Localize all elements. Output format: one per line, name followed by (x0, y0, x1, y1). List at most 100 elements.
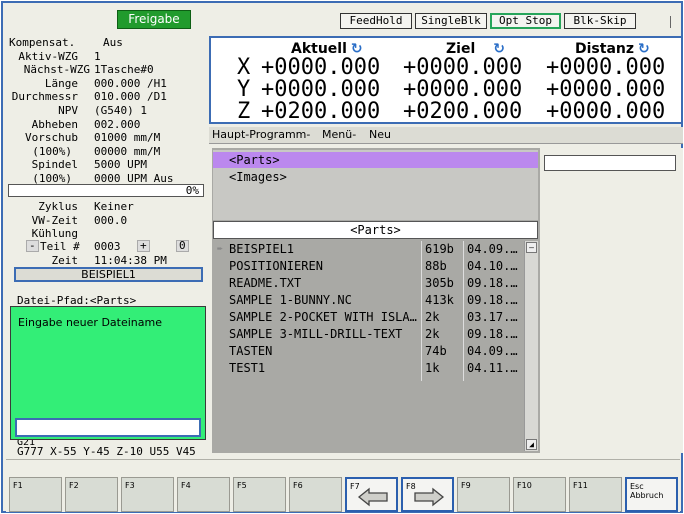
status-row: Kompensat.Aus (6, 36, 206, 49)
aktuell-value: +0200.000 (261, 101, 380, 123)
status-label: Kühlung (32, 227, 78, 240)
fkey-f3[interactable]: F3 (121, 477, 174, 512)
fkey-label: F10 (517, 481, 532, 490)
status-label: Spindel (32, 158, 78, 171)
status-row: Aktiv-WZG 1 (6, 50, 206, 63)
blkskip-button[interactable]: Blk-Skip (564, 13, 636, 29)
arrow-right-icon (413, 487, 445, 507)
feedhold-button[interactable]: FeedHold (340, 13, 412, 29)
fkey-f1[interactable]: F1 (9, 477, 62, 512)
file-row[interactable]: TEST11k04.11.2011 (213, 360, 523, 377)
gcode-preview: G21 G777 X-55 Y-45 Z-10 U55 V45 (17, 440, 209, 458)
status-value: 01000 mm/M (94, 131, 160, 144)
teil-plus-button[interactable]: + (137, 240, 150, 252)
scroll-down-icon[interactable]: ◢ (526, 439, 537, 450)
file-date: 09.18.2011 (467, 326, 523, 343)
status-value: 000.000 /H1 (94, 77, 167, 90)
status-label: Vorschub (25, 131, 78, 144)
status-label: Zeit (52, 254, 79, 267)
toolbar-divider (670, 16, 671, 28)
position-display: Aktuell↻ Ziel↻ Distanz↻ X+0000.000+0000.… (209, 36, 683, 124)
file-name: TEST1 (229, 360, 421, 377)
fkey-label: F1 (13, 481, 23, 490)
file-size: 619b (425, 241, 463, 258)
teil-value: 0003 (94, 240, 121, 253)
status-label: Nächst-WZG (24, 63, 90, 76)
fkey-f10[interactable]: F10 (513, 477, 566, 512)
status-row: Vorschub 01000 mm/M (6, 131, 206, 144)
status-value: 010.000 /D1 (94, 90, 167, 103)
status-row: Länge 000.000 /H1 (6, 77, 206, 90)
file-row[interactable]: README.TXT305b09.18.2011 (213, 275, 523, 292)
status-label: Aktiv-WZG (18, 50, 78, 63)
axis-label: X (237, 57, 250, 79)
file-size: 2k (425, 326, 463, 343)
fkey-f4[interactable]: F4 (177, 477, 230, 512)
status-value: 1 (94, 50, 101, 63)
status-value: (G540) 1 (94, 104, 147, 117)
filename-input[interactable] (15, 418, 201, 437)
dir-item-parts[interactable]: <Parts> (213, 152, 538, 168)
file-date: 04.11.2011 (467, 360, 523, 377)
status-value: 002.000 (94, 118, 140, 131)
file-date: 09.18.2011 (467, 275, 523, 292)
status-value: Keiner (94, 200, 134, 213)
status-value: 1Tasche#0 (94, 63, 154, 76)
file-row[interactable]: SAMPLE 3-MILL-DRILL-TEXT2k09.18.2011 (213, 326, 523, 343)
file-date: 03.17.2011 (467, 309, 523, 326)
fkey-f6[interactable]: F6 (289, 477, 342, 512)
file-row[interactable]: SAMPLE 1-BUNNY.NC413k09.18.2011 (213, 292, 523, 309)
ziel-value: +0200.000 (403, 101, 522, 123)
gcode-line: G777 X-55 Y-45 Z-10 U55 V45 (17, 446, 209, 458)
preview-field (544, 155, 676, 171)
status-label: Abheben (32, 118, 78, 131)
distanz-value: +0000.000 (546, 57, 665, 79)
fkey-f11[interactable]: F11 (569, 477, 622, 512)
vertical-scrollbar[interactable]: — ◢ (524, 241, 538, 451)
singleblk-button[interactable]: SingleBlk (415, 13, 487, 29)
status-value: 000.0 (94, 214, 127, 227)
file-name: SAMPLE 1-BUNNY.NC (229, 292, 421, 309)
file-size: 88b (425, 258, 463, 275)
file-row[interactable]: SAMPLE 2-POCKET WITH ISLAND2k03.17.2011 (213, 309, 523, 326)
fkey-f2[interactable]: F2 (65, 477, 118, 512)
file-row[interactable]: ➨BEISPIEL1619b04.09.2011 (213, 241, 523, 258)
axis-row-x: X +0000.000 +0000.000 +0000.000 (211, 57, 681, 79)
fkey-f7[interactable]: F7 (345, 477, 398, 512)
teil-minus-button[interactable]: - (26, 240, 39, 252)
menu-menue[interactable]: Menü- (322, 127, 356, 143)
status-row: NPV(G540) 1 (6, 104, 206, 117)
scroll-up-icon[interactable]: — (526, 242, 537, 253)
fkey-label: F6 (293, 481, 303, 490)
aktuell-value: +0000.000 (261, 57, 380, 79)
status-panel: Kompensat.AusAktiv-WZG 1 Nächst-WZG 1Tasche… (6, 36, 208, 282)
file-name: BEISPIEL1 (229, 241, 421, 258)
current-row-arrow-icon: ➨ (217, 241, 223, 258)
menu-haupt-programm[interactable]: Haupt-Programm- (212, 127, 310, 143)
fkey-f8[interactable]: F8 (401, 477, 454, 512)
directory-list: <Parts> <Images> (213, 150, 538, 220)
status-row: (100%)00000 mm/M (6, 145, 206, 158)
status-label: Länge (45, 77, 78, 90)
right-panel (541, 148, 683, 453)
file-date: 09.18.2011 (467, 292, 523, 309)
status-row: Zeit11:04:38 PM (6, 254, 206, 267)
freigabe-button[interactable]: Freigabe (117, 10, 191, 29)
app-window: Freigabe FeedHold SingleBlk Opt Stop Blk… (1, 1, 683, 513)
status-row: Spindel5000 UPM (6, 158, 206, 171)
fkey-f9[interactable]: F9 (457, 477, 510, 512)
file-name: SAMPLE 3-MILL-DRILL-TEXT (229, 326, 421, 343)
optstop-button[interactable]: Opt Stop (490, 13, 561, 29)
dir-item-images[interactable]: <Images> (213, 169, 538, 185)
teil-reset-button[interactable]: 0 (176, 240, 189, 252)
file-row[interactable]: POSITIONIEREN88b04.10.2011 (213, 258, 523, 275)
menu-neu[interactable]: Neu (369, 127, 391, 143)
fkey-esc[interactable]: Esc Abbruch (625, 477, 678, 512)
teil-label: Teil # (40, 240, 80, 253)
file-row[interactable]: TASTEN74b04.09.2011 (213, 343, 523, 360)
status-value: Aus (103, 36, 123, 49)
fkey-f5[interactable]: F5 (233, 477, 286, 512)
ziel-value: +0000.000 (403, 57, 522, 79)
status-label: Zyklus (38, 200, 78, 213)
new-filename-dialog: Eingabe neuer Dateiname (10, 306, 206, 440)
